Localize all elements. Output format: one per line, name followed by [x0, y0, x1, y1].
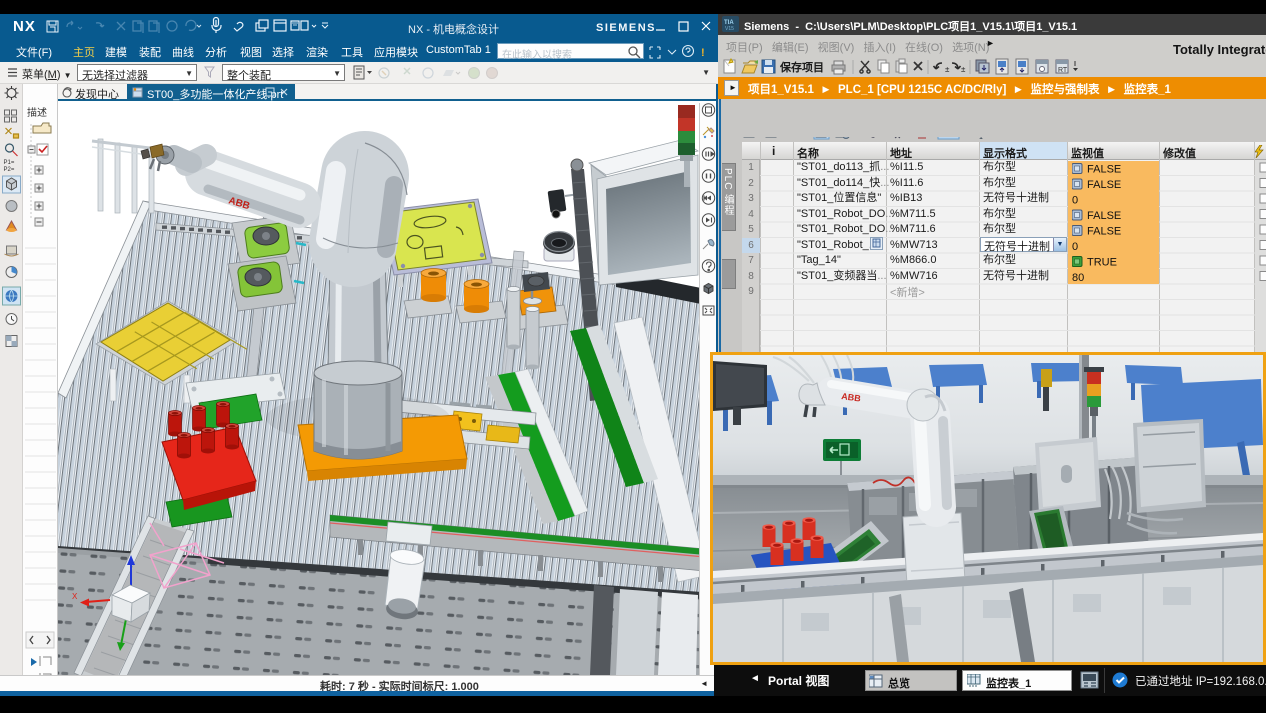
svg-text:±: ±: [961, 65, 966, 74]
svg-text:FALSE: FALSE: [1087, 226, 1121, 238]
svg-text:FALSE: FALSE: [1087, 179, 1121, 191]
svg-text:P1=: P1=: [4, 160, 15, 166]
svg-text:X: X: [72, 592, 78, 601]
svg-text:80: 80: [1072, 272, 1084, 284]
svg-text:!: !: [701, 47, 705, 59]
svg-text:FALSE: FALSE: [1087, 210, 1121, 222]
svg-text:FALSE: FALSE: [1087, 164, 1121, 176]
svg-text:V15: V15: [725, 26, 734, 32]
svg-text:保存项目: 保存项目: [779, 60, 824, 74]
svg-text:RT: RT: [1058, 67, 1068, 74]
svg-text:±: ±: [945, 65, 950, 74]
svg-text:0: 0: [1072, 195, 1078, 207]
svg-text:TRUE: TRUE: [1087, 257, 1117, 269]
svg-text:P2=: P2=: [4, 167, 15, 173]
svg-text:0: 0: [1072, 241, 1078, 253]
